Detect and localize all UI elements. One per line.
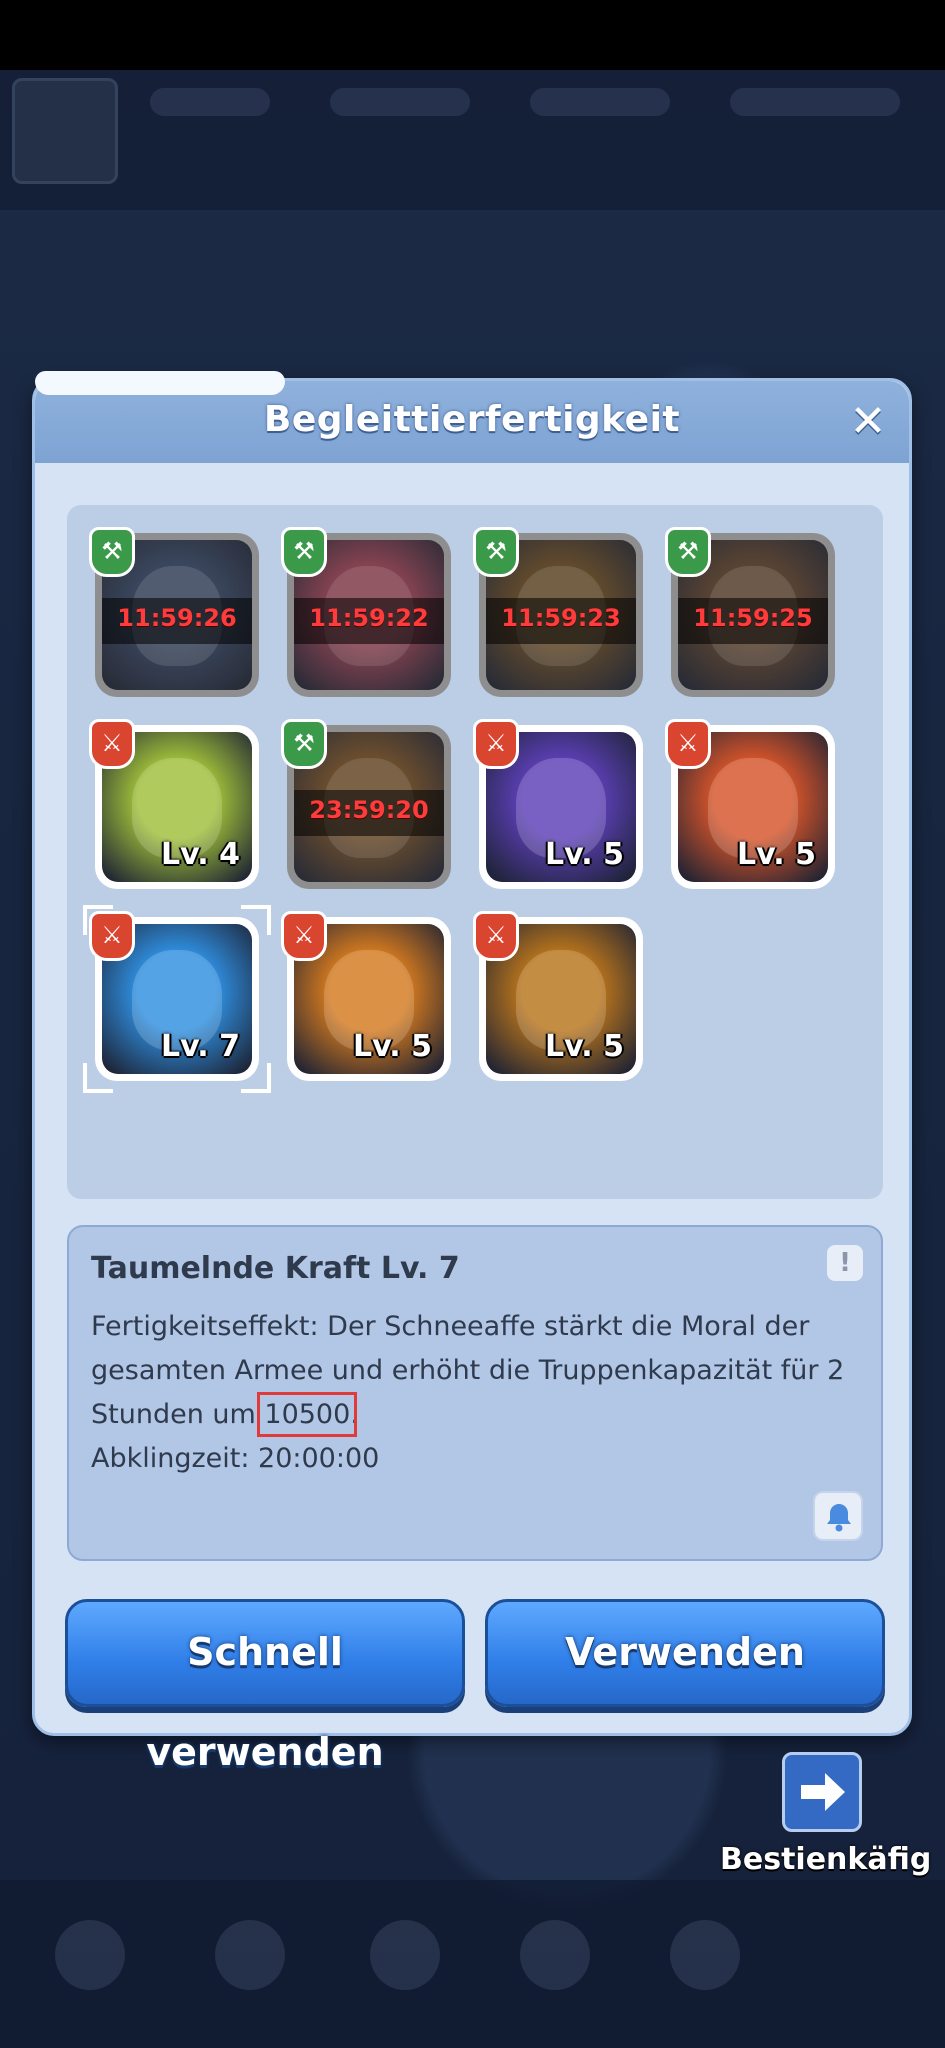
- hammer-icon: ⚒: [281, 527, 327, 577]
- pet-slot[interactable]: 11:59:23 ⚒: [473, 527, 643, 697]
- pet-slot[interactable]: Lv. 5 ⚔: [473, 911, 643, 1081]
- dialog-title: Begleittierfertigkeit: [263, 399, 681, 440]
- pet-level: Lv. 7: [161, 1029, 240, 1064]
- hammer-icon: ⚒: [281, 719, 327, 769]
- crossed-swords-icon: ⚔: [473, 911, 519, 961]
- hammer-icon: ⚒: [473, 527, 519, 577]
- selection-corner: [241, 905, 271, 935]
- beast-cage-button[interactable]: [782, 1752, 862, 1832]
- pet-level: Lv. 5: [737, 837, 816, 872]
- crossed-swords-icon: ⚔: [665, 719, 711, 769]
- arrow-right-icon: [801, 1773, 845, 1811]
- pet-slot[interactable]: Lv. 7 ⚔: [83, 905, 271, 1093]
- close-icon[interactable]: ✕: [841, 395, 895, 449]
- pet-timer: 11:59:25: [693, 604, 813, 632]
- skill-effect-prefix: Fertigkeitseffekt: Der Schneeaffe stärkt…: [91, 1311, 845, 1430]
- pet-slot[interactable]: Lv. 5 ⚔: [665, 719, 835, 889]
- selection-corner: [83, 1063, 113, 1093]
- pet-level: Lv. 5: [545, 1029, 624, 1064]
- info-icon[interactable]: !: [827, 1245, 863, 1281]
- pet-timer: 11:59:22: [309, 604, 429, 632]
- pet-grid: 11:59:26 ⚒ 11:59:22 ⚒ 11:59:23 ⚒ 11:59:25 ⚒ Lv. …: [67, 505, 883, 1199]
- skill-effect-text: Fertigkeitseffekt: Der Schneeaffe stärkt…: [91, 1305, 851, 1481]
- skill-cooldown: Abklingzeit: 20:00:00: [91, 1443, 380, 1474]
- pet-timer: 11:59:23: [501, 604, 621, 632]
- pet-skill-dialog: Begleittierfertigkeit ✕ 11:59:26 ⚒ 11:59:2…: [32, 371, 912, 1774]
- selection-corner: [241, 1063, 271, 1093]
- pet-level: Lv. 5: [545, 837, 624, 872]
- selection-corner: [83, 905, 113, 935]
- pet-slot[interactable]: 11:59:26 ⚒: [89, 527, 259, 697]
- skill-effect-value: 10500: [257, 1392, 358, 1437]
- pet-slot[interactable]: Lv. 5 ⚔: [473, 719, 643, 889]
- hammer-icon: ⚒: [665, 527, 711, 577]
- hammer-icon: ⚒: [89, 527, 135, 577]
- pet-timer: 23:59:20: [309, 796, 429, 824]
- pet-slot[interactable]: 11:59:22 ⚒: [281, 527, 451, 697]
- skill-description-panel: Taumelnde Kraft Lv. 7 ! Fertigkeitseffek…: [67, 1225, 883, 1561]
- pet-slot[interactable]: Lv. 4 ⚔: [89, 719, 259, 889]
- crossed-swords-icon: ⚔: [281, 911, 327, 961]
- beast-cage-label: Bestienkäfig: [720, 1842, 932, 1877]
- pet-timer: 11:59:26: [117, 604, 237, 632]
- skill-name: Taumelnde Kraft Lv. 7: [91, 1251, 460, 1286]
- crossed-swords-icon: ⚔: [473, 719, 519, 769]
- pet-slot[interactable]: Lv. 5 ⚔: [281, 911, 451, 1081]
- pet-slot[interactable]: 11:59:25 ⚒: [665, 527, 835, 697]
- pet-slot[interactable]: 23:59:20 ⚒: [281, 719, 451, 889]
- dialog-header: Begleittierfertigkeit ✕: [35, 371, 909, 463]
- use-button[interactable]: Verwenden: [485, 1599, 885, 1707]
- pet-level: Lv. 5: [353, 1029, 432, 1064]
- bell-icon[interactable]: [813, 1491, 863, 1541]
- crossed-swords-icon: ⚔: [89, 719, 135, 769]
- snow-decoration: [35, 371, 285, 395]
- skill-effect-suffix: .: [350, 1399, 359, 1430]
- pet-level: Lv. 4: [161, 837, 240, 872]
- quick-use-button[interactable]: Schnell verwenden: [65, 1599, 465, 1774]
